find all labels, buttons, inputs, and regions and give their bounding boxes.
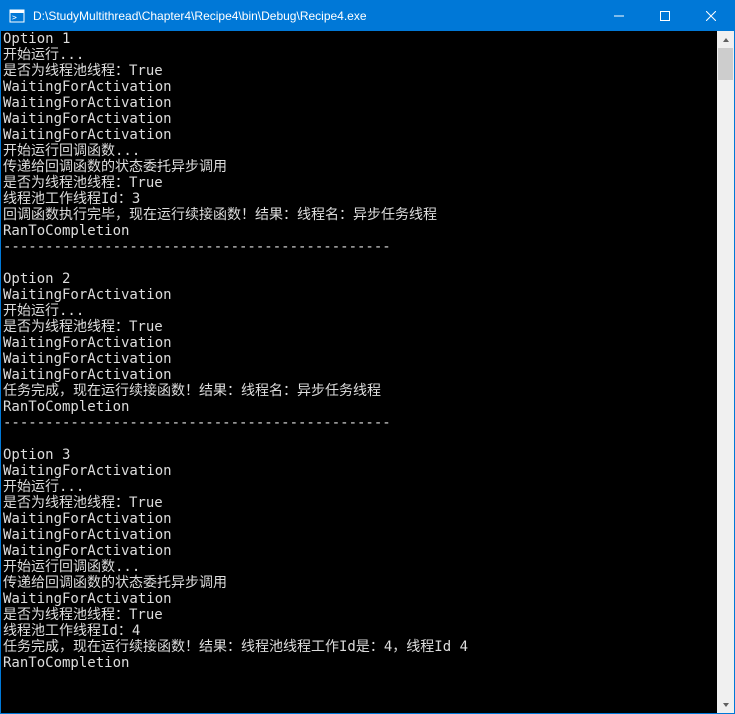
console-window: >_ D:\StudyMultithread\Chapter4\Recipe4\… — [1, 1, 734, 713]
titlebar[interactable]: >_ D:\StudyMultithread\Chapter4\Recipe4\… — [1, 1, 734, 31]
app-icon: >_ — [9, 8, 25, 24]
scroll-up-button[interactable] — [717, 31, 734, 48]
content-area: Option 1 开始运行... 是否为线程池线程：True WaitingFo… — [1, 31, 734, 713]
console-output: Option 1 开始运行... 是否为线程池线程：True WaitingFo… — [1, 31, 717, 713]
vertical-scrollbar[interactable] — [717, 31, 734, 713]
window-controls — [596, 1, 734, 31]
window-title: D:\StudyMultithread\Chapter4\Recipe4\bin… — [31, 9, 596, 23]
scroll-track[interactable] — [717, 48, 734, 696]
scroll-thumb[interactable] — [718, 48, 733, 80]
svg-text:>_: >_ — [12, 13, 22, 22]
minimize-button[interactable] — [596, 1, 642, 31]
maximize-button[interactable] — [642, 1, 688, 31]
close-button[interactable] — [688, 1, 734, 31]
scroll-down-button[interactable] — [717, 696, 734, 713]
